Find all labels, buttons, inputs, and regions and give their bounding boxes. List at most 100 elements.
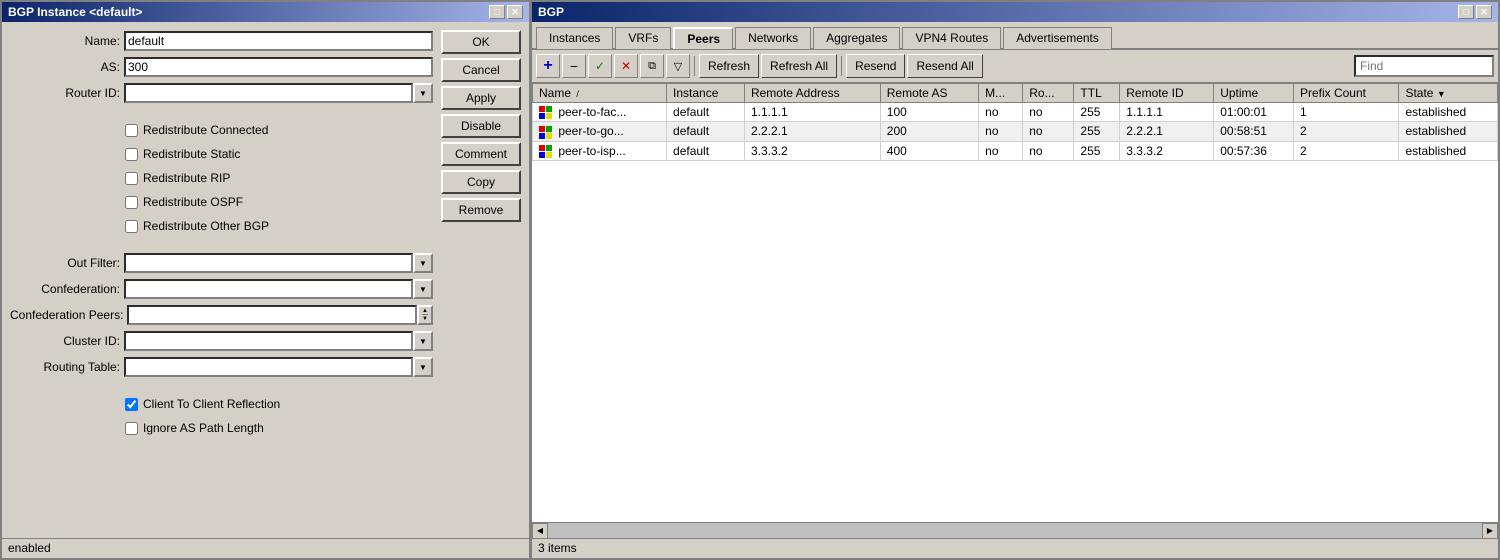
tab-peers[interactable]: Peers xyxy=(673,27,733,49)
name-row: Name: xyxy=(10,30,433,52)
cell-state: established xyxy=(1399,141,1498,160)
col-name[interactable]: Name / xyxy=(533,84,667,103)
cell-ro: no xyxy=(1023,122,1074,141)
redist-rip-checkbox[interactable] xyxy=(125,172,138,185)
cell-remote-address: 1.1.1.1 xyxy=(744,103,880,122)
name-label: Name: xyxy=(10,34,120,48)
table-row[interactable]: peer-to-isp...default3.3.3.2400nono2553.… xyxy=(533,141,1498,160)
refresh-all-btn[interactable]: Refresh All xyxy=(761,54,837,78)
redist-connected-label: Redistribute Connected xyxy=(143,123,268,137)
table-row[interactable]: peer-to-fac...default1.1.1.1100nono2551.… xyxy=(533,103,1498,122)
col-m[interactable]: M... xyxy=(979,84,1023,103)
cluster-id-dropdown-btn[interactable]: ▼ xyxy=(413,331,433,351)
col-uptime[interactable]: Uptime xyxy=(1214,84,1294,103)
cell-remote-as: 100 xyxy=(880,103,978,122)
scroll-right-btn[interactable]: ▶ xyxy=(1482,523,1498,539)
cell-ttl: 255 xyxy=(1074,103,1120,122)
confederation-input[interactable] xyxy=(124,279,413,299)
left-status-bar: enabled xyxy=(2,538,529,558)
table-container: Name / Instance Remote Address Remote AS… xyxy=(532,83,1498,522)
client-reflection-checkbox[interactable] xyxy=(125,398,138,411)
tab-instances[interactable]: Instances xyxy=(536,27,613,49)
tab-vpn4-routes[interactable]: VPN4 Routes xyxy=(902,27,1001,49)
tab-advertisements[interactable]: Advertisements xyxy=(1003,27,1112,49)
redist-connected-checkbox[interactable] xyxy=(125,124,138,137)
cell-remote-as: 200 xyxy=(880,122,978,141)
peers-table: Name / Instance Remote Address Remote AS… xyxy=(532,83,1498,161)
cluster-id-field: ▼ xyxy=(124,331,433,351)
table-body: peer-to-fac...default1.1.1.1100nono2551.… xyxy=(533,103,1498,161)
confederation-peers-row: Confederation Peers: ▲ ▼ xyxy=(10,304,433,326)
apply-button[interactable]: Apply xyxy=(441,86,521,110)
remove-button[interactable]: Remove xyxy=(441,198,521,222)
left-titlebar: BGP Instance <default> □ ✕ xyxy=(2,2,529,22)
refresh-btn[interactable]: Refresh xyxy=(699,54,759,78)
tab-networks[interactable]: Networks xyxy=(735,27,811,49)
filter-btn[interactable]: ▽ xyxy=(666,54,690,78)
name-input[interactable] xyxy=(124,31,433,51)
col-remote-as[interactable]: Remote AS xyxy=(880,84,978,103)
ignore-as-path-checkbox[interactable] xyxy=(125,422,138,435)
scroll-track[interactable] xyxy=(548,523,1482,539)
peer-icon xyxy=(539,145,552,158)
right-status-text: 3 items xyxy=(538,541,577,555)
right-minimize-btn[interactable]: □ xyxy=(1458,5,1474,19)
out-filter-input[interactable] xyxy=(124,253,413,273)
cluster-id-input[interactable] xyxy=(124,331,413,351)
ok-button[interactable]: OK xyxy=(441,30,521,54)
right-close-btn[interactable]: ✕ xyxy=(1476,5,1492,19)
col-state[interactable]: State ▼ xyxy=(1399,84,1498,103)
cell-ro: no xyxy=(1023,103,1074,122)
col-remote-address[interactable]: Remote Address xyxy=(744,84,880,103)
cell-uptime: 01:00:01 xyxy=(1214,103,1294,122)
table-row[interactable]: peer-to-go...default2.2.2.1200nono2552.2… xyxy=(533,122,1498,141)
confederation-peers-dropdown-btn[interactable]: ▲ ▼ xyxy=(417,305,433,325)
col-prefix-count[interactable]: Prefix Count xyxy=(1293,84,1399,103)
toolbar: + − ✓ ✕ ⧉ ▽ Refresh Refresh All Resend R… xyxy=(532,50,1498,83)
tab-vrfs[interactable]: VRFs xyxy=(615,27,671,49)
as-input[interactable] xyxy=(124,57,433,77)
copy-button[interactable]: Copy xyxy=(441,170,521,194)
cancel-button[interactable]: Cancel xyxy=(441,58,521,82)
col-ro[interactable]: Ro... xyxy=(1023,84,1074,103)
col-remote-id[interactable]: Remote ID xyxy=(1120,84,1214,103)
check-btn[interactable]: ✓ xyxy=(588,54,612,78)
redist-ospf-checkbox[interactable] xyxy=(125,196,138,209)
redist-static-checkbox[interactable] xyxy=(125,148,138,161)
comment-button[interactable]: Comment xyxy=(441,142,521,166)
out-filter-dropdown-btn[interactable]: ▼ xyxy=(413,253,433,273)
add-btn[interactable]: + xyxy=(536,54,560,78)
cell-instance: default xyxy=(667,103,745,122)
routing-table-input[interactable] xyxy=(124,357,413,377)
client-reflection-label: Client To Client Reflection xyxy=(143,397,280,411)
disable-button[interactable]: Disable xyxy=(441,114,521,138)
cell-remote-address: 2.2.2.1 xyxy=(744,122,880,141)
peer-icon xyxy=(539,126,552,139)
col-instance[interactable]: Instance xyxy=(667,84,745,103)
as-label: AS: xyxy=(10,60,120,74)
tab-aggregates[interactable]: Aggregates xyxy=(813,27,900,49)
scroll-left-btn[interactable]: ◀ xyxy=(532,523,548,539)
left-close-btn[interactable]: ✕ xyxy=(507,5,523,19)
routing-table-dropdown-btn[interactable]: ▼ xyxy=(413,357,433,377)
left-minimize-btn[interactable]: □ xyxy=(489,5,505,19)
cell-m: no xyxy=(979,103,1023,122)
redist-other-bgp-checkbox[interactable] xyxy=(125,220,138,233)
remove-btn[interactable]: − xyxy=(562,54,586,78)
copy-tool-btn[interactable]: ⧉ xyxy=(640,54,664,78)
redist-static-row: Redistribute Static xyxy=(125,144,433,164)
horizontal-scrollbar[interactable]: ◀ ▶ xyxy=(532,522,1498,538)
redist-ospf-row: Redistribute OSPF xyxy=(125,192,433,212)
router-id-dropdown-btn[interactable]: ▼ xyxy=(413,83,433,103)
resend-btn[interactable]: Resend xyxy=(846,54,905,78)
routing-table-row: Routing Table: ▼ xyxy=(10,356,433,378)
col-ttl[interactable]: TTL xyxy=(1074,84,1120,103)
redist-ospf-label: Redistribute OSPF xyxy=(143,195,243,209)
x-btn[interactable]: ✕ xyxy=(614,54,638,78)
confederation-peers-input[interactable] xyxy=(127,305,417,325)
cell-prefix-count: 1 xyxy=(1293,103,1399,122)
confederation-dropdown-btn[interactable]: ▼ xyxy=(413,279,433,299)
resend-all-btn[interactable]: Resend All xyxy=(907,54,982,78)
router-id-input[interactable] xyxy=(124,83,413,103)
find-input[interactable] xyxy=(1354,55,1494,77)
